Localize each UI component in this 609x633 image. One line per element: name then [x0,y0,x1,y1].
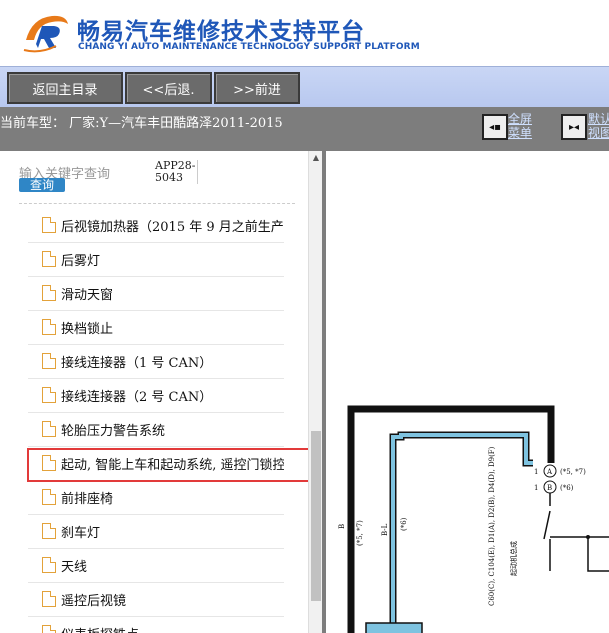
tree-item-label: 滑动天窗 [61,287,114,303]
tree-item[interactable]: 接线连接器（2 号 CAN） [28,378,284,413]
wiring-diagram-panel: A 1 (*5, *7) B 1 (*6) B (*5, *7) B-L (*6… [326,151,609,633]
document-icon [42,387,56,403]
tree-item-label: 轮胎压力警告系统 [61,423,166,439]
tree-item-label: 接线连接器（1 号 CAN） [61,355,213,371]
tree-item[interactable]: 天线 [28,548,284,583]
document-icon [42,557,56,573]
tree-item[interactable]: 仪表板探铁点 [28,616,284,633]
brand-logo-icon [23,15,68,53]
back-home-button[interactable]: 返回主目录 [7,72,123,104]
header: 畅易汽车维修技术支持平台 CHANG YI AUTO MAINTENANCE T… [0,0,609,66]
document-icon [42,489,56,505]
nav-bar: 返回主目录 <<后退. >>前进 [0,66,609,107]
fullscreen-menu-link[interactable]: 全屏 菜单 [508,112,532,140]
tree-item-label: 换档锁止 [61,321,114,337]
document-icon [42,319,56,335]
tree-item-label: 刹车灯 [61,525,101,541]
label-bl: B-L [381,523,389,536]
connector-block [365,622,423,633]
wiring-diagram: A 1 (*5, *7) B 1 (*6) B (*5, *7) B-L (*6… [338,405,609,633]
status-bar: 当前车型： 厂家:Y—汽车丰田酷路泽2011-2015 ◂▪ 全屏 菜单 ▸◂ … [0,107,609,151]
pin-b-note: (*6) [560,484,574,492]
back-button[interactable]: <<后退. [125,72,212,104]
default-view-icon[interactable]: ▸◂ [561,114,587,140]
search-divider [19,203,295,204]
wire-b [347,405,555,633]
label-b: B [338,524,346,529]
sidebar-scrollbar[interactable]: ▲ [308,151,322,633]
query-button[interactable]: 查询 [19,178,65,192]
label-b-note: (*5, *7) [356,520,364,546]
tree-item[interactable]: 遥控后视镜 [28,582,284,617]
tree-item-label: 后雾灯 [61,253,101,269]
document-icon [42,217,56,233]
scroll-thumb[interactable] [311,431,321,601]
tree-item[interactable]: 轮胎压力警告系统 [28,412,284,447]
tree-item-label: 接线连接器（2 号 CAN） [61,389,213,405]
app-code: APP28-5043 [155,160,198,184]
fullscreen-menu-icon[interactable]: ◂▪ [482,114,508,140]
fullscreen-label-2: 菜单 [508,126,533,140]
document-icon [42,625,56,633]
document-icon [42,285,56,301]
tree-item[interactable]: 滑动天窗 [28,276,284,311]
tree-item[interactable]: 刹车灯 [28,514,284,549]
pin-1b: 1 [534,484,538,492]
document-icon [42,353,56,369]
pin-a: A [546,468,553,476]
scroll-up-arrow-icon[interactable]: ▲ [309,153,322,165]
default-label-1: 默认 [588,112,609,126]
tree-item[interactable]: 换档锁止 [28,310,284,345]
tree-item[interactable]: 后雾灯 [28,242,284,277]
pin-a-note: (*5, *7) [560,468,586,476]
tree-item-label: 前排座椅 [61,491,114,507]
document-icon [42,421,56,437]
document-icon [42,523,56,539]
pin-1a: 1 [534,468,538,476]
tree-item-label: 后视镜加热器（2015 年 9 月之前生产） [61,219,284,235]
tree-item-label: 天线 [61,559,88,575]
connector-ref: C60(C), C104(E), D1(A), D2(B), D4(D), D9… [488,446,496,606]
tree-item[interactable]: 后视镜加热器（2015 年 9 月之前生产） [28,208,284,243]
document-icon [42,251,56,267]
document-icon [42,591,56,607]
brand-subtitle: CHANG YI AUTO MAINTENANCE TECHNOLOGY SUP… [78,42,420,52]
brand-title: 畅易汽车维修技术支持平台 [77,19,365,45]
tree-item-label: 遥控后视镜 [61,593,127,609]
current-car-model: 当前车型： 厂家:Y—汽车丰田酷路泽2011-2015 [0,116,283,131]
default-label-2: 视图 [588,126,609,140]
selected-item-highlight [27,448,315,482]
tree-item[interactable]: 接线连接器（1 号 CAN） [28,344,284,379]
label-bl-note: (*6) [400,517,408,531]
sidebar: 输入关键字查询 查询 APP28-5043 后视镜加热器（2015 年 9 月之… [0,151,322,633]
default-view-link[interactable]: 默认 视图 [588,112,609,140]
tree-item[interactable]: 前排座椅 [28,480,284,515]
tree-item-label: 仪表板探铁点 [61,624,139,633]
pin-b: B [547,484,552,492]
wire-bl [391,433,533,633]
fullscreen-label-1: 全屏 [508,112,533,126]
forward-button[interactable]: >>前进 [214,72,300,104]
connector-name: 起动机总成 [509,541,518,576]
